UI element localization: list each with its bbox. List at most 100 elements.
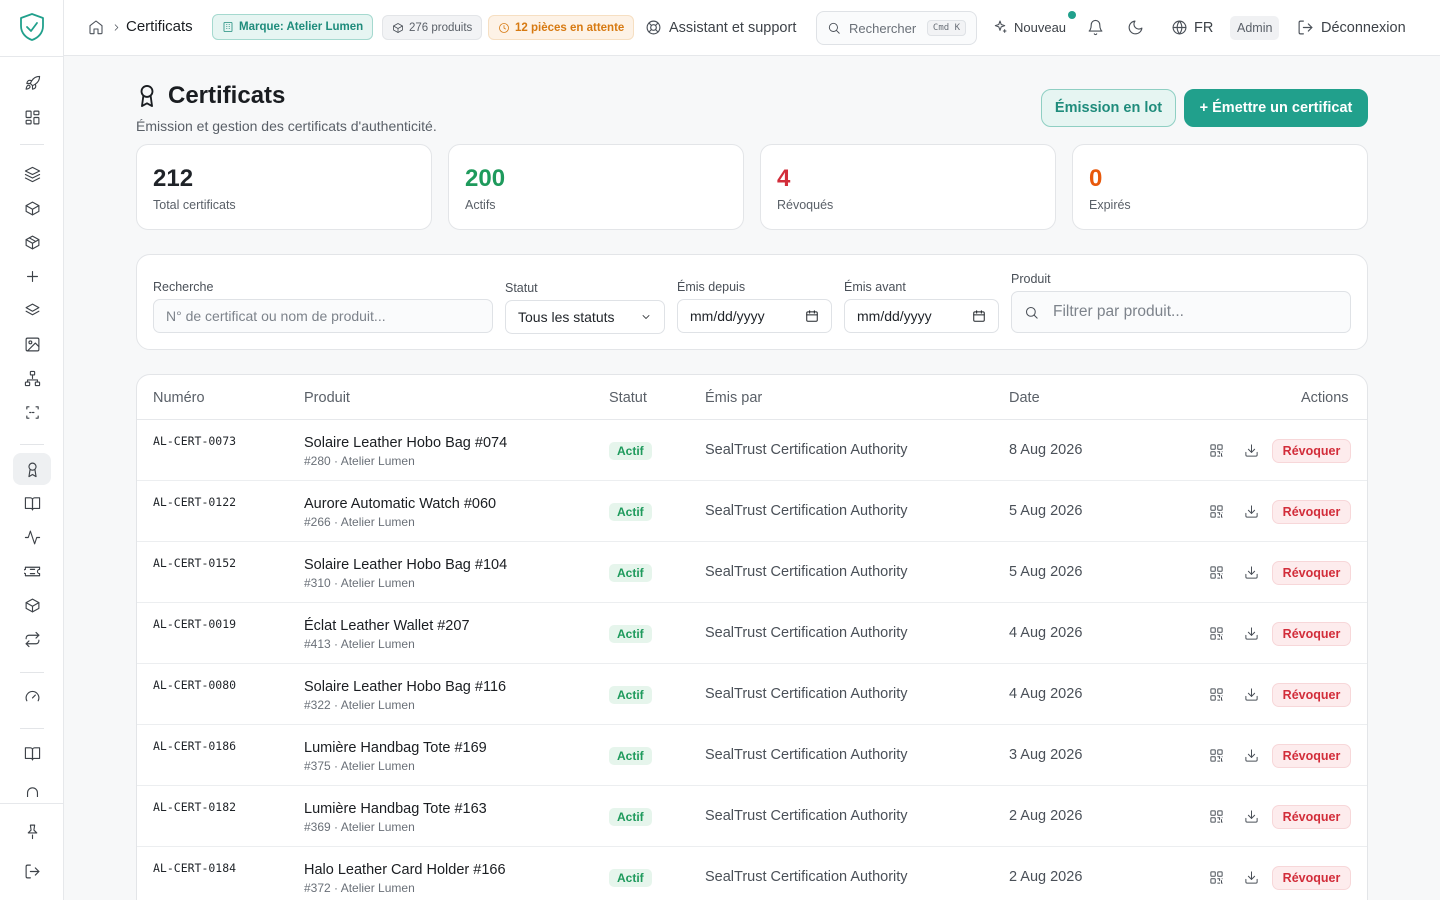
ticket-icon[interactable] (13, 555, 51, 587)
column-date: Date (1009, 390, 1040, 406)
bell-icon[interactable] (1087, 19, 1104, 36)
certificate-search-input[interactable]: N° de certificat ou nom de produit... (153, 299, 493, 333)
issue-date: 2 Aug 2026 (1009, 808, 1083, 824)
certificate-number: AL-CERT-0152 (153, 556, 237, 570)
qr-code-icon[interactable] (1207, 563, 1225, 581)
table-row[interactable]: AL-CERT-0182 Lumière Handbag Tote #163 #… (137, 786, 1367, 847)
table-row[interactable]: AL-CERT-0080 Solaire Leather Hobo Bag #1… (137, 664, 1367, 725)
product-meta: #310 · Atelier Lumen (304, 576, 415, 590)
download-icon[interactable] (1242, 502, 1260, 520)
download-icon[interactable] (1242, 746, 1260, 764)
moon-icon[interactable] (1127, 19, 1144, 36)
revoke-button[interactable]: Révoquer (1272, 866, 1351, 890)
book-open-icon[interactable] (13, 737, 51, 769)
support-link[interactable]: Assistant et support (645, 19, 796, 36)
issued-before-date-input[interactable]: mm/dd/yyyy (844, 299, 999, 333)
download-icon[interactable] (1242, 868, 1260, 886)
home-icon[interactable] (88, 19, 104, 35)
qr-code-icon[interactable] (1207, 868, 1225, 886)
revoke-button[interactable]: Révoquer (1272, 439, 1351, 463)
new-button[interactable]: Nouveau (992, 19, 1066, 35)
revoke-button[interactable]: Révoquer (1272, 500, 1351, 524)
download-icon[interactable] (1242, 685, 1260, 703)
qr-code-icon[interactable] (1207, 807, 1225, 825)
calendar-icon[interactable] (805, 309, 819, 323)
repeat-icon[interactable] (13, 623, 51, 655)
issue-certificate-button[interactable]: + Émettre un certificat (1184, 89, 1368, 127)
activity-icon[interactable] (13, 521, 51, 553)
award-icon[interactable] (13, 453, 51, 485)
download-icon[interactable] (1242, 441, 1260, 459)
table-row[interactable]: AL-CERT-0019 Éclat Leather Wallet #207 #… (137, 603, 1367, 664)
stat-card-total: 212 Total certificats (136, 144, 432, 230)
book-icon[interactable] (13, 487, 51, 519)
issuer: SealTrust Certification Authority (705, 808, 908, 824)
logout-link[interactable]: Déconnexion (1297, 19, 1406, 36)
box-icon[interactable] (13, 192, 51, 224)
qr-code-icon[interactable] (1207, 624, 1225, 642)
download-icon[interactable] (1242, 807, 1260, 825)
rocket-icon[interactable] (13, 67, 51, 99)
issuer: SealTrust Certification Authority (705, 686, 908, 702)
revoke-button[interactable]: Révoquer (1272, 683, 1351, 707)
issue-date: 8 Aug 2026 (1009, 442, 1083, 458)
revoke-button[interactable]: Révoquer (1272, 622, 1351, 646)
table-row[interactable]: AL-CERT-0122 Aurore Automatic Watch #060… (137, 481, 1367, 542)
product-name[interactable]: Solaire Leather Hobo Bag #104 (304, 557, 507, 573)
certificate-number: AL-CERT-0080 (153, 678, 237, 692)
qr-code-icon[interactable] (1207, 746, 1225, 764)
image-icon[interactable] (13, 328, 51, 360)
global-search[interactable]: Rechercher Cmd K (816, 11, 977, 45)
plus-icon[interactable] (13, 260, 51, 292)
revoke-button[interactable]: Révoquer (1272, 744, 1351, 768)
product-name[interactable]: Lumière Handbag Tote #169 (304, 740, 487, 756)
language-switcher[interactable]: FR (1171, 19, 1213, 36)
status-select[interactable]: Tous les statuts (505, 300, 665, 334)
gauge-icon[interactable] (13, 680, 51, 712)
brand-pill-label: Marque: Atelier Lumen (239, 21, 364, 33)
layers-icon[interactable] (13, 158, 51, 190)
revoke-button[interactable]: Révoquer (1272, 805, 1351, 829)
table-row[interactable]: AL-CERT-0186 Lumière Handbag Tote #169 #… (137, 725, 1367, 786)
shield-logo-icon[interactable] (18, 12, 46, 42)
calendar-icon[interactable] (972, 309, 986, 323)
product-name[interactable]: Éclat Leather Wallet #207 (304, 618, 470, 634)
pending-pill[interactable]: 12 pièces en attente (488, 15, 635, 40)
issue-date: 2 Aug 2026 (1009, 869, 1083, 885)
search-shortcut: Cmd K (926, 20, 966, 36)
cube-icon[interactable] (13, 589, 51, 621)
table-row[interactable]: AL-CERT-0073 Solaire Leather Hobo Bag #0… (137, 420, 1367, 481)
qr-code-icon[interactable] (1207, 685, 1225, 703)
package-icon[interactable] (13, 226, 51, 258)
table-row[interactable]: AL-CERT-0152 Solaire Leather Hobo Bag #1… (137, 542, 1367, 603)
table-row[interactable]: AL-CERT-0184 Halo Leather Card Holder #1… (137, 847, 1367, 900)
product-name[interactable]: Solaire Leather Hobo Bag #116 (304, 679, 506, 695)
status-badge: Actif (609, 503, 652, 521)
qr-code-icon[interactable] (1207, 441, 1225, 459)
stack-icon[interactable] (13, 294, 51, 326)
support-label: Assistant et support (669, 19, 797, 36)
issued-from-date-input[interactable]: mm/dd/yyyy (677, 299, 832, 333)
download-icon[interactable] (1242, 563, 1260, 581)
products-pill[interactable]: 276 produits (382, 15, 483, 40)
product-name[interactable]: Halo Leather Card Holder #166 (304, 862, 506, 878)
qr-code-icon[interactable] (1207, 502, 1225, 520)
revoke-button[interactable]: Révoquer (1272, 561, 1351, 585)
product-name[interactable]: Lumière Handbag Tote #163 (304, 801, 487, 817)
scan-icon[interactable] (13, 396, 51, 428)
dashboard-icon[interactable] (13, 101, 51, 133)
pin-icon[interactable] (13, 815, 51, 847)
product-name[interactable]: Solaire Leather Hobo Bag #074 (304, 435, 507, 451)
issuer: SealTrust Certification Authority (705, 442, 908, 458)
batch-issue-button[interactable]: Émission en lot (1041, 89, 1176, 127)
status-badge: Actif (609, 808, 652, 826)
download-icon[interactable] (1242, 624, 1260, 642)
hierarchy-icon[interactable] (13, 362, 51, 394)
product-filter-input[interactable]: Filtrer par produit... (1011, 291, 1351, 333)
arch-icon[interactable] (13, 777, 51, 797)
logout-icon[interactable] (13, 855, 51, 887)
sidebar-separator (20, 444, 44, 445)
brand-pill[interactable]: Marque: Atelier Lumen (212, 14, 374, 40)
issue-date: 5 Aug 2026 (1009, 564, 1083, 580)
product-name[interactable]: Aurore Automatic Watch #060 (304, 496, 496, 512)
